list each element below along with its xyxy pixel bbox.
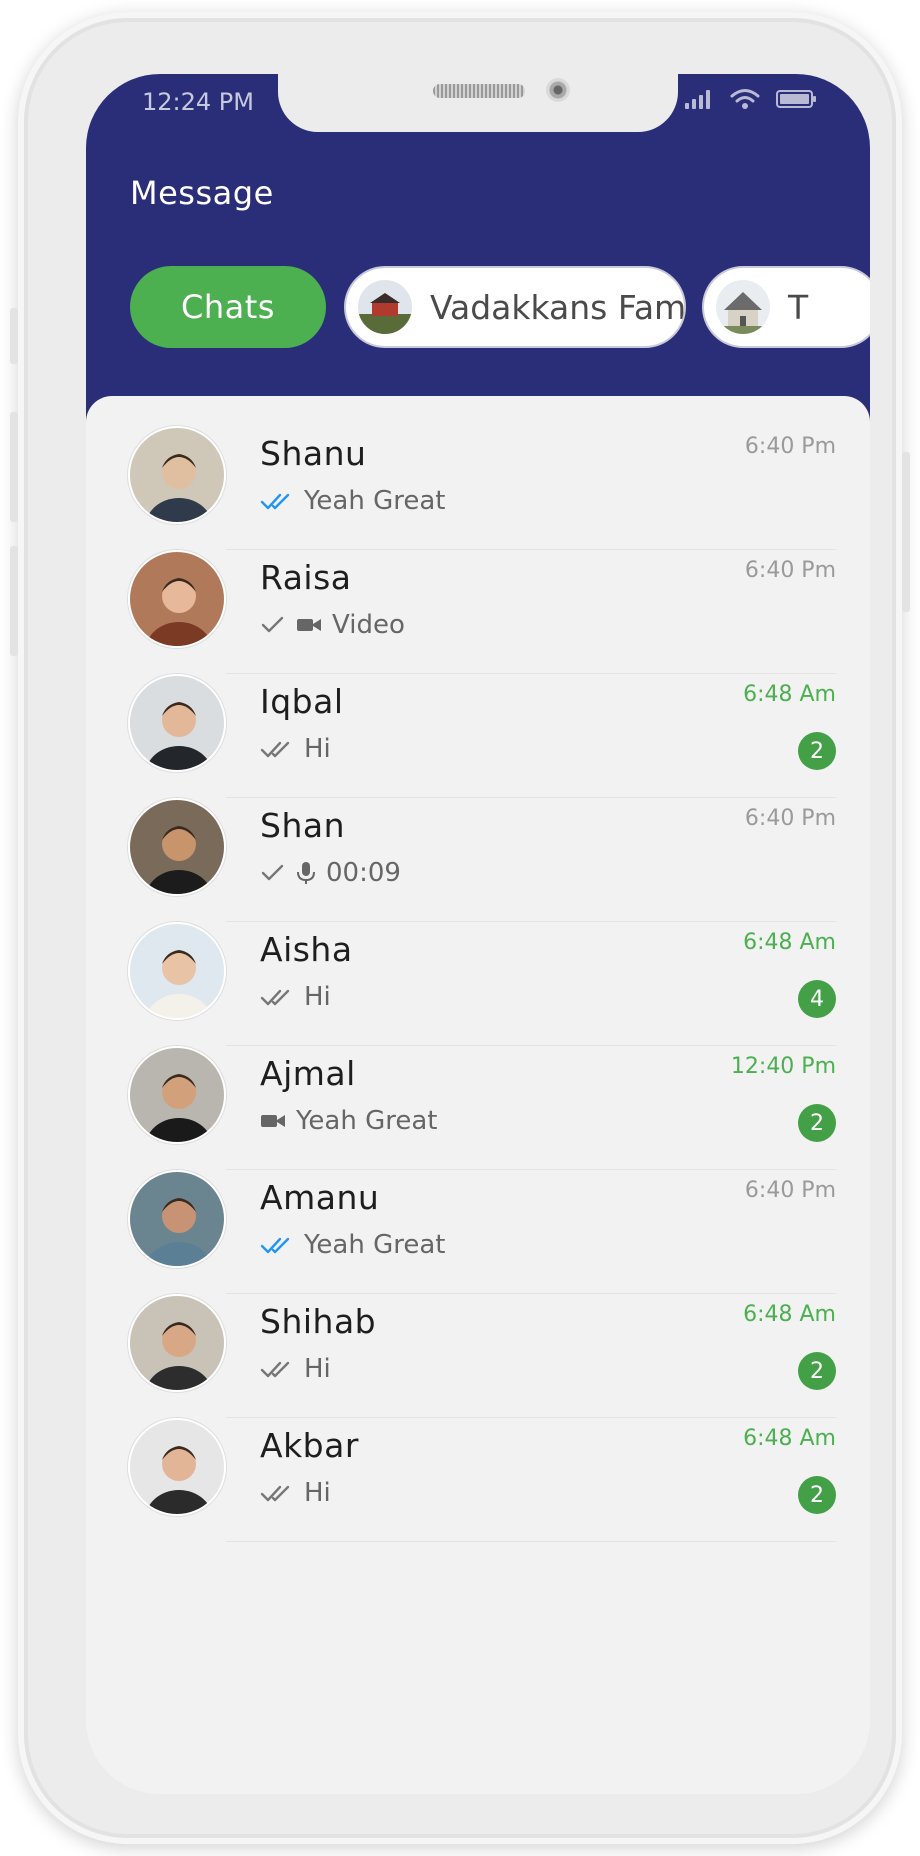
last-message-text: Yeah Great <box>304 1230 446 1260</box>
message-time: 6:48 Am <box>743 1426 836 1451</box>
phone-notch <box>278 74 678 132</box>
unread-count-badge: 4 <box>798 980 836 1018</box>
row-divider <box>226 1541 836 1542</box>
group-chip-label: T <box>788 287 809 327</box>
microphone-icon <box>296 861 316 885</box>
single-check-icon <box>260 615 286 635</box>
message-time: 6:40 Pm <box>744 434 836 459</box>
message-preview: Yeah Great <box>260 1106 438 1136</box>
page-title: Message <box>130 174 274 212</box>
filter-chip-group[interactable]: Vadakkans Fam <box>344 266 686 348</box>
contact-name: Shanu <box>260 434 367 473</box>
phone-side-button <box>10 308 18 364</box>
message-time: 6:48 Am <box>743 682 836 707</box>
message-time: 6:48 Am <box>743 1302 836 1327</box>
message-preview: Yeah Great <box>260 1230 446 1260</box>
single-check-icon <box>260 863 286 883</box>
status-bar-icons <box>684 88 818 114</box>
group-avatar <box>716 280 770 334</box>
contact-name: Ajmal <box>260 1054 356 1093</box>
filter-chip-chats[interactable]: Chats <box>130 266 326 348</box>
contact-name: Shan <box>260 806 345 845</box>
contact-avatar[interactable] <box>128 1046 226 1144</box>
message-preview: Video <box>260 610 405 640</box>
last-message-text: Hi <box>304 982 331 1012</box>
phone-side-button <box>10 546 18 656</box>
message-time: 6:40 Pm <box>744 1178 836 1203</box>
message-preview: Hi <box>260 1478 331 1508</box>
contact-name: Raisa <box>260 558 352 597</box>
status-bar-time: 12:24 PM <box>142 88 254 116</box>
unread-count-badge: 2 <box>798 1352 836 1390</box>
double-check-icon <box>260 739 294 759</box>
last-message-text: Hi <box>304 734 331 764</box>
message-time: 6:48 Am <box>743 930 836 955</box>
contact-name: Shihab <box>260 1302 377 1341</box>
contact-name: Amanu <box>260 1178 380 1217</box>
double-check-read-icon <box>260 491 294 511</box>
message-preview: 00:09 <box>260 858 401 888</box>
last-message-text: Hi <box>304 1478 331 1508</box>
last-message-text: Hi <box>304 1354 331 1384</box>
video-icon <box>260 1112 286 1130</box>
group-chip-label: Vadakkans Fam <box>430 287 686 327</box>
app-header: 12:24 PM Message Chats Vadakkans Fam T <box>86 74 870 434</box>
phone-screen: 12:24 PM Message Chats Vadakkans Fam T S… <box>86 74 870 1794</box>
message-time: 6:40 Pm <box>744 806 836 831</box>
phone-side-button <box>10 412 18 522</box>
contact-avatar[interactable] <box>128 922 226 1020</box>
contact-name: Aisha <box>260 930 353 969</box>
contact-avatar[interactable] <box>128 1418 226 1516</box>
earpiece-speaker <box>433 84 525 98</box>
last-message-text: Yeah Great <box>296 1106 438 1136</box>
contact-name: Akbar <box>260 1426 359 1465</box>
message-preview: Yeah Great <box>260 486 446 516</box>
battery-icon <box>776 88 818 114</box>
group-avatar <box>358 280 412 334</box>
last-message-text: Yeah Great <box>304 486 446 516</box>
signal-icon <box>684 88 714 114</box>
contact-avatar[interactable] <box>128 1170 226 1268</box>
phone-frame: 12:24 PM Message Chats Vadakkans Fam T S… <box>10 12 910 1844</box>
message-time: 12:40 Pm <box>730 1054 836 1079</box>
contact-avatar[interactable] <box>128 550 226 648</box>
filter-chip-group[interactable]: T <box>702 266 870 348</box>
contact-name: Iqbal <box>260 682 344 721</box>
double-check-icon <box>260 1359 294 1379</box>
chat-list: Shanu Yeah Great 6:40 Pm Raisa Video 6:40 Pm I… <box>86 396 870 1794</box>
wifi-icon <box>730 88 760 114</box>
contact-avatar[interactable] <box>128 1294 226 1392</box>
last-message-text: Video <box>332 610 405 640</box>
message-preview: Hi <box>260 1354 331 1384</box>
chat-list-item[interactable]: Akbar Hi 6:48 Am 2 <box>86 1396 870 1542</box>
last-message-text: 00:09 <box>326 858 401 888</box>
message-preview: Hi <box>260 734 331 764</box>
front-camera <box>546 78 570 102</box>
contact-avatar[interactable] <box>128 426 226 524</box>
phone-power-button <box>902 452 910 612</box>
double-check-icon <box>260 1483 294 1503</box>
double-check-read-icon <box>260 1235 294 1255</box>
double-check-icon <box>260 987 294 1007</box>
video-icon <box>296 616 322 634</box>
contact-avatar[interactable] <box>128 798 226 896</box>
message-time: 6:40 Pm <box>744 558 836 583</box>
unread-count-badge: 2 <box>798 1104 836 1142</box>
unread-count-badge: 2 <box>798 1476 836 1514</box>
unread-count-badge: 2 <box>798 732 836 770</box>
filter-chip-bar: Chats Vadakkans Fam T <box>130 266 870 348</box>
contact-avatar[interactable] <box>128 674 226 772</box>
message-preview: Hi <box>260 982 331 1012</box>
